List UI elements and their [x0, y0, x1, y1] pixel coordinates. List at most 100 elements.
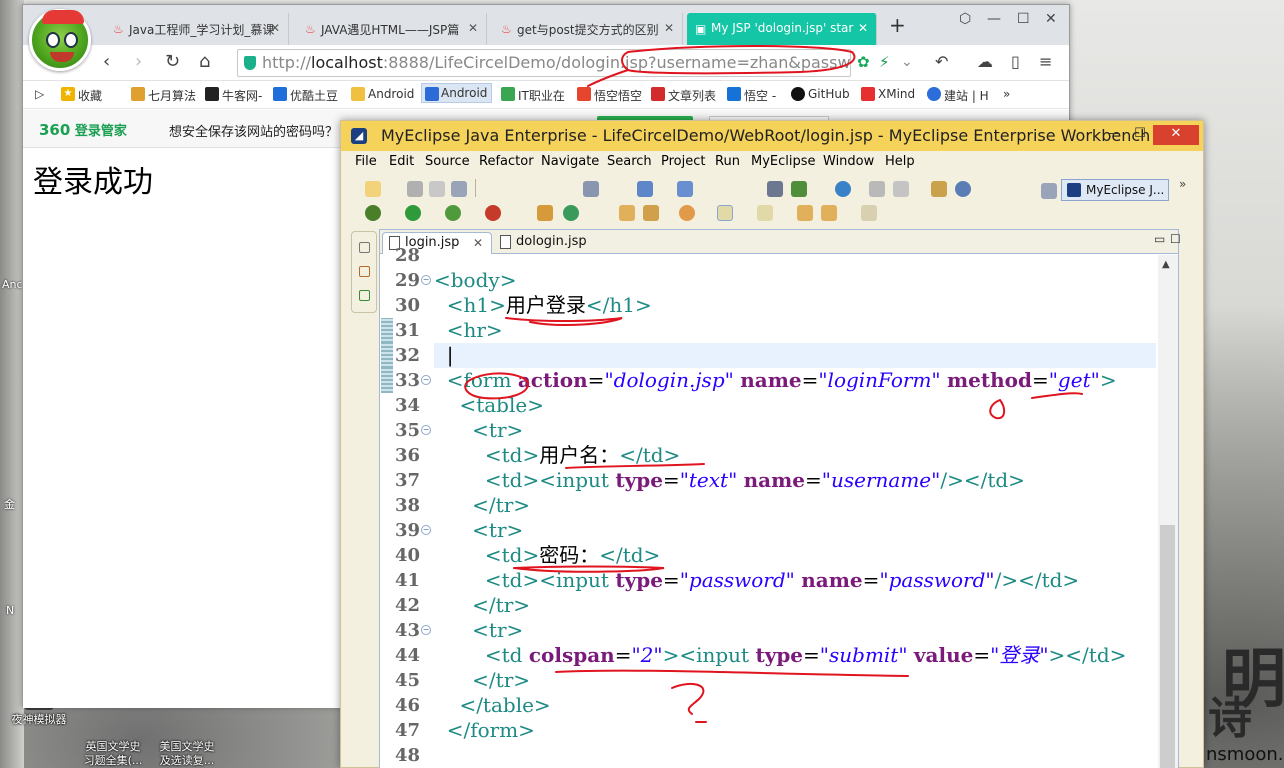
- bookmark-item[interactable]: 七月算法: [131, 87, 196, 104]
- editor-maximize-icon[interactable]: ☐: [1170, 232, 1181, 246]
- lightning-icon[interactable]: ⚡: [879, 51, 890, 73]
- bookmark-item[interactable]: XMind: [861, 87, 915, 101]
- external-tools-icon[interactable]: [485, 205, 501, 221]
- browser-tab[interactable]: ♨ JAVA遇见HTML——JSP篇 ✕: [297, 13, 487, 45]
- run-config-icon[interactable]: [791, 181, 807, 197]
- prev-annotation-icon[interactable]: [757, 205, 773, 221]
- code-area[interactable]: <body> <h1>用户登录</h1> <hr> | <form action…: [434, 255, 1156, 768]
- bookmark-item[interactable]: IT职业在: [501, 87, 565, 104]
- phone-icon[interactable]: ▯: [1011, 51, 1020, 73]
- maximize-icon[interactable]: ☐: [1017, 11, 1030, 27]
- bookmark-item[interactable]: 建站 | H: [927, 87, 989, 104]
- fold-toggle-icon[interactable]: −: [421, 625, 431, 635]
- browser-tab[interactable]: ♨ Java工程师_学习计划_慕课 ✕: [105, 13, 289, 45]
- package-explorer-icon[interactable]: [359, 266, 370, 277]
- bookmark-item[interactable]: 优酷土豆: [273, 87, 338, 104]
- tab-close-icon[interactable]: ✕: [473, 233, 483, 253]
- open-task-icon[interactable]: [619, 205, 635, 221]
- code-line[interactable]: </form>: [434, 718, 535, 743]
- code-line[interactable]: </tr>: [434, 668, 530, 693]
- code-line[interactable]: </table>: [434, 693, 550, 718]
- code-line[interactable]: <td><input type="text" name="username"/>…: [434, 468, 1025, 493]
- bookmark-item[interactable]: GitHub: [791, 87, 850, 101]
- menu-file[interactable]: File: [355, 154, 377, 169]
- tab-close-icon[interactable]: ✕: [468, 21, 478, 35]
- restore-icon[interactable]: [359, 242, 370, 253]
- forward-icon[interactable]: [861, 205, 877, 221]
- maximize-icon[interactable]: ☐: [1127, 125, 1153, 145]
- back-icon[interactable]: [821, 205, 837, 221]
- new-icon[interactable]: [365, 181, 381, 197]
- code-line[interactable]: <td>密码：</td>: [434, 543, 660, 568]
- scroll-thumb[interactable]: [1160, 525, 1175, 768]
- browser-icon[interactable]: [955, 181, 971, 197]
- bookmark-item[interactable]: 文章列表: [651, 87, 716, 104]
- open-perspective-dialog-icon[interactable]: [1041, 183, 1057, 199]
- fold-toggle-icon[interactable]: −: [421, 275, 431, 285]
- bookmark-item[interactable]: Android: [351, 87, 414, 101]
- new-package-icon[interactable]: [537, 205, 553, 221]
- desktop-icon-american-lit[interactable]: 美国文学史 及选读复...: [148, 712, 226, 768]
- menu-myeclipse[interactable]: MyEclipse: [751, 154, 816, 169]
- save-all-icon[interactable]: [429, 181, 445, 197]
- pin-icon[interactable]: [643, 205, 659, 221]
- desktop-icon-english-lit[interactable]: 英国文学史 习题全集(...: [74, 712, 152, 768]
- browser-logo[interactable]: [29, 9, 91, 71]
- back-icon[interactable]: ‹: [103, 51, 110, 73]
- code-line[interactable]: <tr>: [434, 518, 523, 543]
- code-line[interactable]: </tr>: [434, 593, 530, 618]
- open-perspective-icon[interactable]: [931, 181, 947, 197]
- editor-tab-dologin[interactable]: dologin.jsp: [494, 232, 587, 254]
- tab-close-icon[interactable]: ✕: [858, 21, 868, 35]
- browser-tab-active[interactable]: ▣ My JSP 'dologin.jsp' star ✕: [687, 13, 877, 45]
- code-line[interactable]: <body>: [434, 268, 516, 293]
- server-icon[interactable]: [767, 181, 783, 197]
- next-annotation-icon[interactable]: [717, 205, 733, 221]
- fold-toggle-icon[interactable]: −: [421, 425, 431, 435]
- bookmark-item[interactable]: ★ 收藏: [61, 87, 102, 104]
- print-icon[interactable]: [451, 181, 467, 197]
- menu-window[interactable]: Window: [823, 154, 874, 169]
- coverage-icon[interactable]: [445, 205, 461, 221]
- fold-toggle-icon[interactable]: −: [421, 375, 431, 385]
- annotation-icon[interactable]: [679, 205, 695, 221]
- bookmark-item[interactable]: 牛客网-: [205, 87, 262, 104]
- menu-project[interactable]: Project: [661, 154, 705, 169]
- cloud-icon[interactable]: ☁: [977, 51, 993, 73]
- speed-icon[interactable]: ✿: [857, 51, 870, 73]
- forward-icon[interactable]: ›: [135, 51, 142, 73]
- menu-edit[interactable]: Edit: [389, 154, 414, 169]
- bookmark-item[interactable]: Android: [421, 83, 493, 103]
- minimize-icon[interactable]: —: [987, 11, 1001, 27]
- code-line[interactable]: <tr>: [434, 418, 523, 443]
- deploy-icon[interactable]: [583, 181, 599, 197]
- home-icon[interactable]: ⌂: [199, 51, 210, 73]
- code-line[interactable]: <table>: [434, 393, 544, 418]
- code-line[interactable]: |: [434, 343, 454, 368]
- editor-minimize-icon[interactable]: ▭: [1154, 232, 1165, 246]
- menu-search[interactable]: Search: [607, 154, 652, 169]
- skin-icon[interactable]: ⬡: [959, 11, 971, 27]
- code-line[interactable]: <h1>用户登录</h1>: [434, 293, 652, 318]
- search-icon[interactable]: [677, 181, 693, 197]
- save-icon[interactable]: [407, 181, 423, 197]
- code-line[interactable]: <td><input type="password" name="passwor…: [434, 568, 1079, 593]
- code-line[interactable]: <td colspan="2"><input type="submit" val…: [434, 643, 1127, 668]
- menu-help[interactable]: Help: [885, 154, 915, 169]
- bookmark-next-icon[interactable]: [893, 181, 909, 197]
- code-line[interactable]: <tr>: [434, 618, 523, 643]
- code-line[interactable]: <form action="dologin.jsp" name="loginFo…: [434, 368, 1117, 393]
- code-line[interactable]: </tr>: [434, 493, 530, 518]
- open-type-icon[interactable]: [637, 181, 653, 197]
- code-line[interactable]: <td>用户名：</td>: [434, 443, 680, 468]
- undo-icon[interactable]: ↶: [935, 51, 948, 73]
- browser-tab[interactable]: ♨ get与post提交方式的区别 ✕: [493, 13, 683, 45]
- vertical-scrollbar[interactable]: ▲: [1158, 255, 1178, 768]
- menu-run[interactable]: Run: [715, 154, 740, 169]
- bookmark-item[interactable]: 悟空悟空: [577, 87, 642, 104]
- toolbar-more-icon[interactable]: »: [1179, 177, 1186, 191]
- minimize-icon[interactable]: —: [1101, 125, 1127, 145]
- tab-close-icon[interactable]: ✕: [664, 21, 674, 35]
- refresh-icon[interactable]: ↻: [165, 51, 180, 73]
- close-icon[interactable]: ✕: [1153, 125, 1199, 145]
